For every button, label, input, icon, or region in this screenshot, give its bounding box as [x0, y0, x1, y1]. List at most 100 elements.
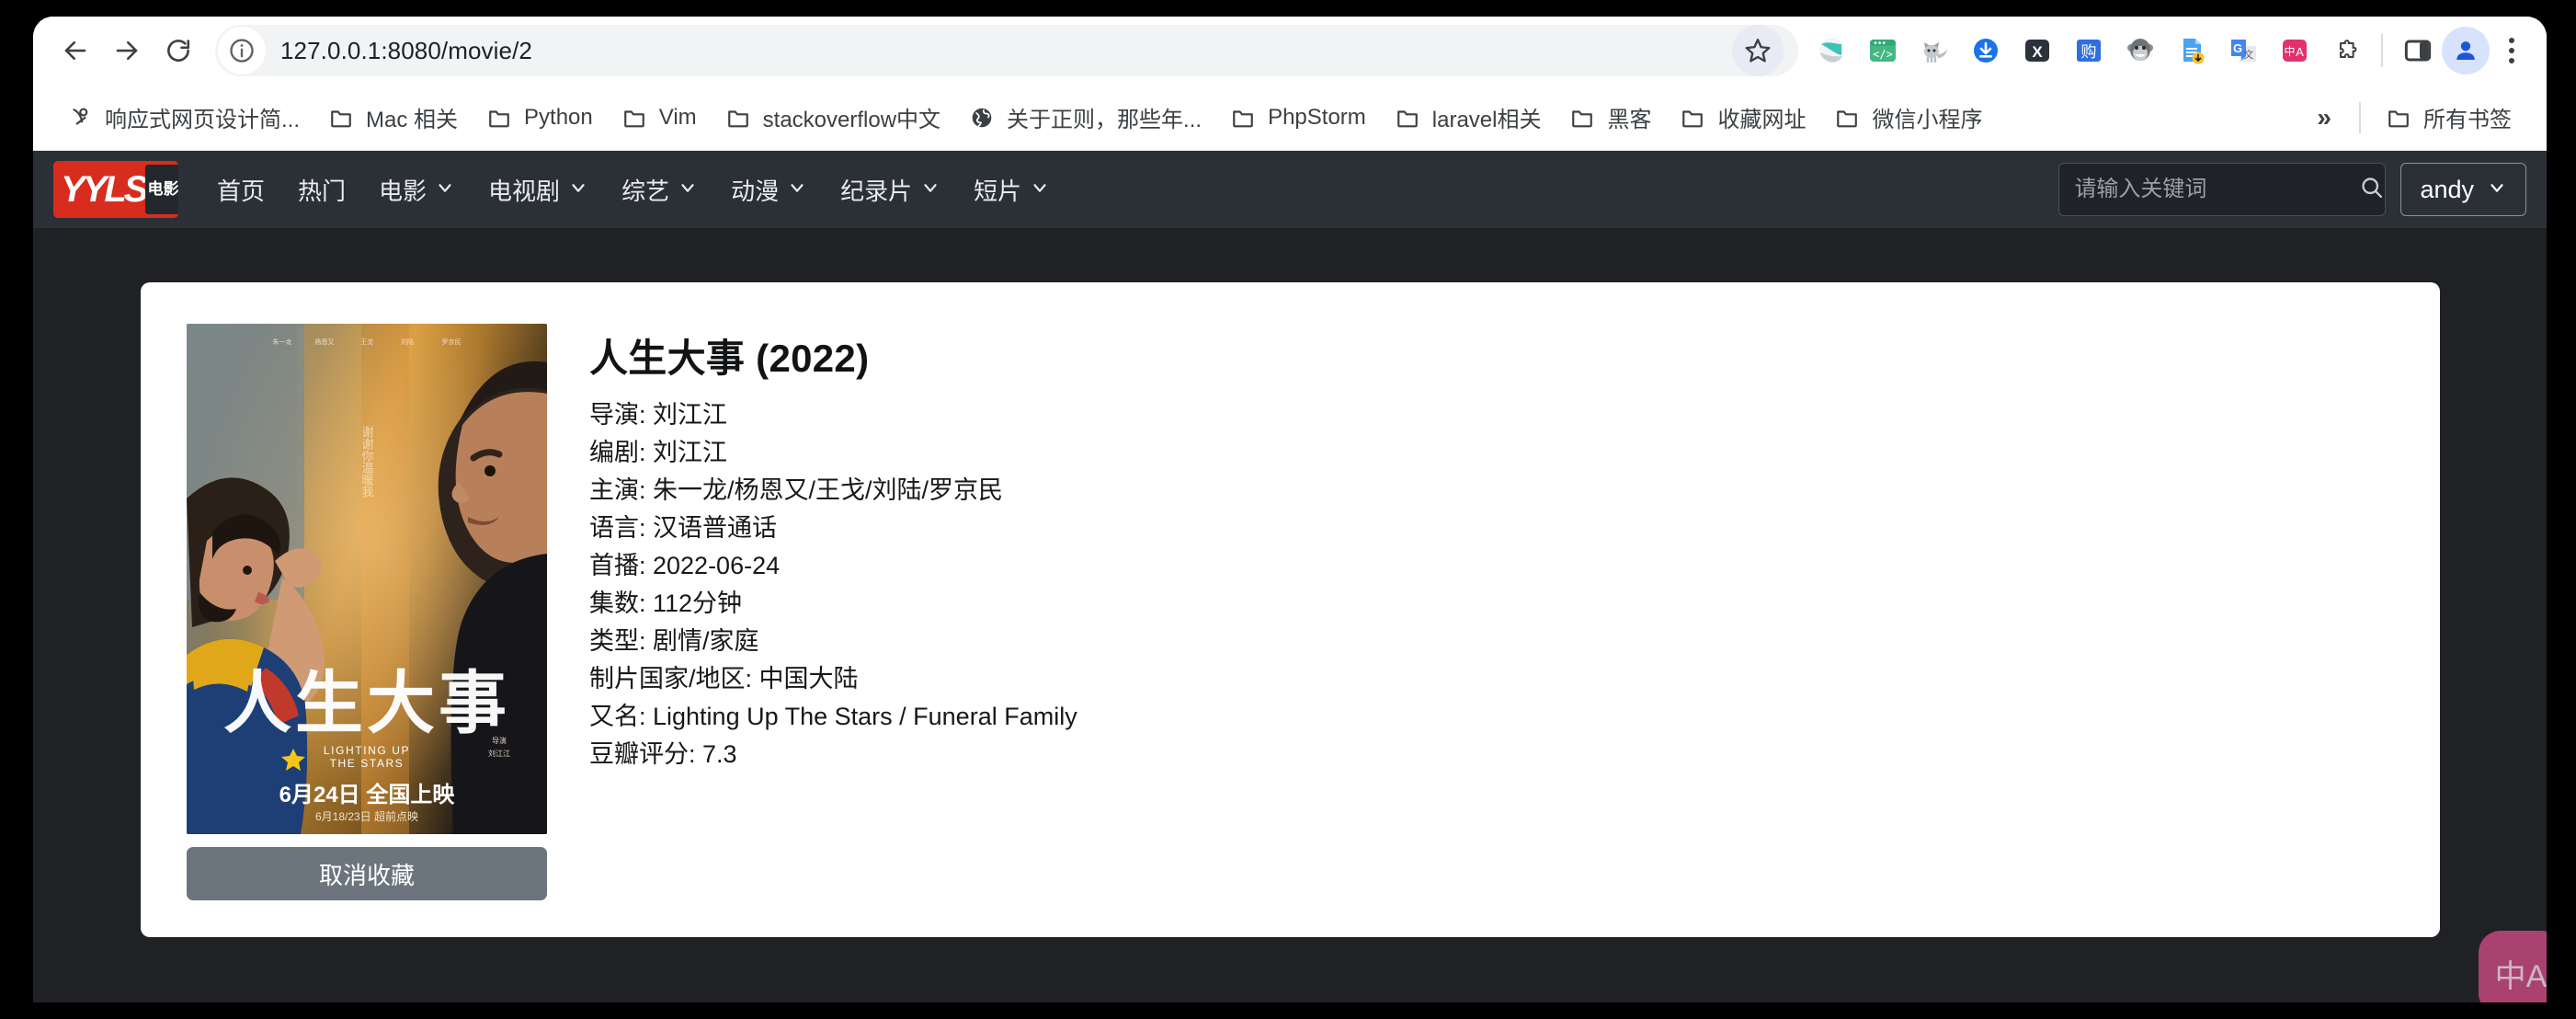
gou-extension-icon[interactable]: 购: [2065, 27, 2113, 74]
code-window-extension-icon[interactable]: </>: [1859, 27, 1907, 74]
all-bookmarks-button[interactable]: 所有书签: [2374, 95, 2523, 140]
chevron-down-icon: [678, 176, 698, 204]
movie-info-column: 人生大事 (2022) 导演: 刘江江 编剧: 刘江江 主演: 朱一龙/杨恩又/…: [589, 324, 2394, 896]
gou-shopping-icon: 购: [2077, 40, 2101, 62]
nav-item-tv[interactable]: 电视剧: [472, 164, 605, 216]
svg-text:THE STARS: THE STARS: [330, 757, 405, 770]
site-info-button[interactable]: [218, 27, 266, 74]
search-icon[interactable]: [2359, 175, 2385, 205]
nav-item-documentary[interactable]: 纪录片: [824, 164, 957, 216]
svg-text:杨恩又: 杨恩又: [315, 338, 335, 346]
download-extension-icon[interactable]: [1962, 27, 2010, 74]
download-circle-icon: [1974, 39, 1998, 63]
user-menu-label: andy: [2420, 175, 2474, 203]
svg-text:中: 中: [2284, 44, 2295, 58]
movie-detail-writer: 编剧: 刘江江: [589, 439, 728, 466]
nav-item-variety[interactable]: 综艺: [605, 164, 714, 216]
browser-toolbar: 127.0.0.1:8080/movie/2 </> X 购 G 文 中 A: [33, 17, 2547, 85]
bookmark-item[interactable]: Vim: [610, 97, 708, 138]
bookmark-label: 黑客: [1607, 108, 1652, 132]
movie-detail-card: 谢谢你温暖我 朱一龙 杨恩又 王戈 刘陆 罗京民 人生大事 LIGHTING UP T…: [141, 282, 2440, 937]
folder-icon: [724, 104, 752, 132]
document-download-icon: [2183, 39, 2205, 64]
folder-icon: [1679, 104, 1706, 132]
bookmark-item[interactable]: 收藏网址: [1668, 95, 1817, 140]
folder-icon: [485, 104, 513, 132]
folder-icon: [621, 104, 648, 132]
web-page: YYLS 电影 首页 热门 电影 电视剧 综艺 动漫 纪录片 短片 请输入关键词…: [33, 151, 2547, 1002]
search-box[interactable]: [2058, 163, 2387, 216]
movie-poster: 谢谢你温暖我 朱一龙 杨恩又 王戈 刘陆 罗京民 人生大事 LIGHTING UP T…: [187, 324, 547, 834]
movie-detail-language: 语言: 汉语普通话: [589, 514, 778, 542]
movie-detail-rating: 豆瓣评分: 7.3: [589, 740, 737, 768]
google-translate-extension-icon[interactable]: G 文: [2219, 27, 2267, 74]
bookmark-item[interactable]: laravel相关: [1383, 95, 1553, 140]
puzzle-extensions-icon[interactable]: [2322, 27, 2370, 74]
browser-menu-button[interactable]: [2490, 25, 2534, 76]
svg-text:G: G: [2233, 41, 2242, 55]
svg-text:LIGHTING UP: LIGHTING UP: [324, 744, 410, 757]
svg-text:刘陆: 刘陆: [401, 338, 414, 346]
star-icon: [1745, 39, 1771, 63]
puzzle-icon: [2340, 40, 2357, 58]
cat-icon: [1924, 42, 1947, 63]
folder-icon: [1568, 104, 1596, 132]
bookmark-item[interactable]: Python: [474, 97, 604, 138]
forward-button[interactable]: [101, 25, 153, 76]
bookmark-label: 微信小程序: [1872, 108, 1983, 132]
toolbar-divider: [2381, 34, 2383, 67]
globe-icon: [968, 104, 996, 132]
svg-text:6月18/23日 超前点映: 6月18/23日 超前点映: [315, 809, 418, 823]
extension-icons: </> X 购 G 文 中 A: [1807, 27, 2370, 74]
site-logo-badge: 电影: [145, 165, 178, 214]
nav-item-movies[interactable]: 电影: [362, 164, 472, 216]
bookmark-item[interactable]: PhpStorm: [1218, 97, 1377, 138]
profile-avatar[interactable]: [2442, 27, 2490, 74]
search-input[interactable]: [2074, 177, 2360, 202]
translate-zh-icon: 中 A: [2283, 40, 2307, 62]
floating-translate-button[interactable]: 中A: [2479, 931, 2547, 1002]
bookmark-item[interactable]: 响应式网页设计简...: [55, 95, 311, 140]
sphere-extension-icon[interactable]: [1807, 27, 1855, 74]
cat-extension-icon[interactable]: [1910, 27, 1958, 74]
bookmark-item[interactable]: 关于正则，那些年...: [957, 95, 1213, 140]
movie-detail-cast: 主演: 朱一龙/杨恩又/王戈/刘陆/罗京民: [589, 476, 1004, 504]
chevron-down-icon: [1030, 176, 1050, 204]
svg-text:谢谢你温暖我: 谢谢你温暖我: [360, 425, 374, 498]
bookmark-label: laravel相关: [1431, 108, 1542, 132]
nav-item-home[interactable]: 首页: [200, 164, 281, 216]
chevron-down-icon: [568, 176, 588, 204]
translate-zh-extension-icon[interactable]: 中 A: [2271, 27, 2319, 74]
back-button[interactable]: [50, 25, 101, 76]
chevron-down-icon: [787, 176, 807, 204]
bookmark-item[interactable]: stackoverflow中文: [713, 95, 952, 140]
bookmark-item[interactable]: Mac 相关: [316, 95, 469, 140]
svg-text:人生大事: 人生大事: [223, 665, 510, 741]
x-extension-icon[interactable]: X: [2013, 27, 2061, 74]
bookmark-item[interactable]: 微信小程序: [1822, 95, 1993, 140]
bookmark-item[interactable]: 黑客: [1557, 95, 1662, 140]
chevron-down-icon: [2487, 176, 2507, 204]
all-bookmarks-label: 所有书签: [2423, 108, 2512, 132]
side-panel-button[interactable]: [2394, 27, 2442, 74]
nav-item-label: 首页: [217, 177, 266, 205]
nav-item-hot[interactable]: 热门: [281, 164, 362, 216]
user-menu-button[interactable]: andy: [2400, 163, 2526, 216]
address-bar[interactable]: 127.0.0.1:8080/movie/2: [215, 25, 1798, 76]
page-icon: [66, 104, 94, 132]
reload-button[interactable]: [153, 25, 204, 76]
nav-item-label: 热门: [298, 177, 347, 205]
toggle-favorite-button[interactable]: 取消收藏: [187, 847, 547, 900]
monkey-extension-icon[interactable]: [2116, 27, 2164, 74]
site-logo[interactable]: YYLS 电影: [53, 161, 178, 218]
nav-item-shortfilm[interactable]: 短片: [957, 164, 1066, 216]
site-navbar: YYLS 电影 首页 热门 电影 电视剧 综艺 动漫 纪录片 短片 请输入关键词…: [33, 151, 2547, 228]
folder-icon: [1229, 104, 1257, 132]
doc-download-extension-icon[interactable]: [2168, 27, 2216, 74]
nav-item-anime[interactable]: 动漫: [714, 164, 824, 216]
svg-text:X: X: [2032, 43, 2043, 61]
bookmarks-overflow-button[interactable]: »: [2302, 97, 2346, 138]
nav-item-label: 纪录片: [840, 177, 913, 205]
folder-icon: [2385, 104, 2412, 132]
bookmark-star-button[interactable]: [1732, 25, 1784, 76]
